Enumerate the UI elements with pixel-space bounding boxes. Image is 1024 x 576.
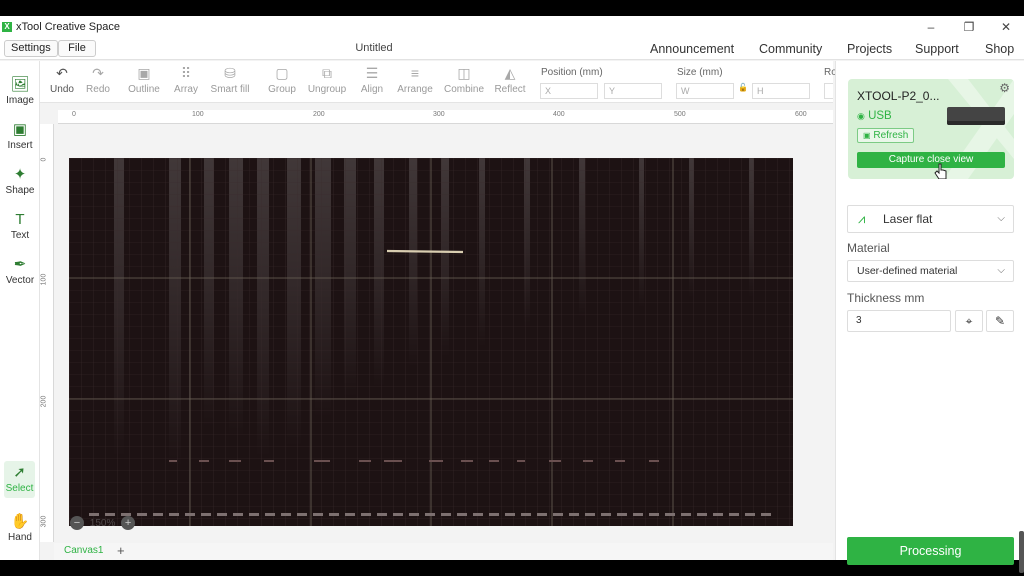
- device-image: [947, 107, 1005, 125]
- canvas-tab[interactable]: Canvas1: [64, 545, 103, 556]
- device-card: XTOOL-P2_0... ⚙ ◉ USB ▣ Refresh Capture …: [848, 79, 1014, 179]
- zoom-in-button[interactable]: +: [121, 516, 136, 530]
- title-bar: X xTool Creative Space – ❐ ✕: [0, 16, 1024, 38]
- top-toolbar: ↶ Undo ↷ Redo ▣ Outline ⠿ Array ⛁ Smart …: [40, 61, 837, 103]
- image-tool[interactable]: 🖼 Image: [0, 75, 40, 106]
- hand-tool[interactable]: ✋ Hand: [0, 512, 40, 543]
- reflect-button[interactable]: ◭ Reflect: [488, 63, 532, 95]
- nav-support[interactable]: Support: [915, 42, 959, 56]
- chevron-down-icon: ⌵: [997, 213, 1005, 224]
- position-x-input[interactable]: X: [540, 83, 598, 99]
- close-button[interactable]: ✕: [987, 16, 1024, 38]
- shape-icon: ✦: [13, 166, 27, 183]
- camera-preview: [69, 158, 793, 526]
- text-icon: T: [15, 211, 25, 228]
- combine-icon: ◫: [457, 65, 471, 81]
- shape-tool[interactable]: ✦ Shape: [0, 165, 40, 196]
- restore-button[interactable]: ❐: [950, 16, 988, 38]
- menu-bar: Settings File Untitled Announcement Comm…: [0, 38, 1024, 60]
- position-label: Position (mm): [541, 67, 603, 78]
- nav-projects[interactable]: Projects: [847, 42, 892, 56]
- design-canvas[interactable]: [69, 158, 793, 526]
- size-width-input[interactable]: W: [676, 83, 734, 99]
- add-canvas-button[interactable]: +: [117, 543, 125, 558]
- processing-button[interactable]: Processing: [847, 537, 1014, 565]
- ungroup-button[interactable]: ⧉ Ungroup: [305, 63, 349, 95]
- connection-status: ◉ USB: [857, 110, 892, 122]
- outline-button[interactable]: ▣ Outline: [122, 63, 166, 95]
- zoom-out-button[interactable]: −: [70, 516, 84, 530]
- vertical-ruler: 0 100 200 300: [40, 124, 54, 542]
- file-menu-button[interactable]: File: [58, 40, 96, 57]
- insert-icon: ▣: [12, 121, 28, 138]
- redo-button[interactable]: ↷ Redo: [76, 63, 120, 95]
- smart-fill-icon: ⛁: [224, 65, 236, 81]
- laser-icon: ⩘: [858, 211, 866, 226]
- rotate-input[interactable]: [824, 83, 833, 99]
- zoom-control: − 150% +: [70, 516, 136, 530]
- app-window: X xTool Creative Space – ❐ ✕ Settings Fi…: [0, 16, 1024, 573]
- chevron-down-icon: ⌵: [997, 265, 1005, 276]
- app-title: xTool Creative Space: [16, 21, 120, 33]
- document-title: Untitled: [355, 42, 393, 54]
- material-select[interactable]: User-defined material ⌵: [847, 260, 1014, 282]
- manual-measure-button[interactable]: ✎: [986, 310, 1014, 332]
- smart-fill-button[interactable]: ⛁ Smart fill: [208, 63, 252, 95]
- device-name: XTOOL-P2_0...: [857, 89, 940, 103]
- camera-icon: ▣: [863, 131, 871, 140]
- nav-shop[interactable]: Shop: [985, 42, 1014, 56]
- size-label: Size (mm): [677, 67, 723, 78]
- insert-tool[interactable]: ▣ Insert: [0, 120, 40, 151]
- left-tool-rail: 🖼 Image ▣ Insert ✦ Shape T Text ✒ Vector…: [0, 61, 40, 560]
- refresh-button[interactable]: ▣ Refresh: [857, 128, 915, 143]
- nav-community[interactable]: Community: [759, 42, 822, 56]
- scrollbar[interactable]: [1019, 531, 1024, 573]
- thickness-input[interactable]: 3: [847, 310, 951, 332]
- lock-icon[interactable]: 🔓: [738, 83, 748, 92]
- zoom-level: 150%: [89, 517, 116, 529]
- thickness-label: Thickness mm: [847, 291, 925, 305]
- horizontal-ruler: 0 100 200 300 400 500 600: [58, 110, 833, 124]
- arrange-icon: ≡: [410, 65, 420, 81]
- gear-icon[interactable]: ⚙: [999, 81, 1010, 95]
- text-tool[interactable]: T Text: [0, 210, 40, 241]
- ungroup-icon: ⧉: [322, 65, 332, 81]
- arrange-button[interactable]: ≡ Arrange: [393, 63, 437, 95]
- canvas-tab-bar: Canvas1 +: [54, 543, 833, 560]
- crosshair-icon: ⌖: [965, 314, 973, 328]
- array-icon: ⠿: [180, 65, 192, 81]
- position-y-input[interactable]: Y: [604, 83, 662, 99]
- usb-icon: ◉: [857, 111, 865, 121]
- group-button[interactable]: ▢ Group: [260, 63, 304, 95]
- hand-icon: ✋: [10, 513, 30, 530]
- hand-cursor-icon: [934, 163, 947, 179]
- auto-measure-button[interactable]: ⌖: [955, 310, 983, 332]
- pen-icon: ✒: [13, 256, 27, 273]
- align-button[interactable]: ☰ Align: [350, 63, 394, 95]
- redo-icon: ↷: [92, 65, 104, 81]
- processing-mode-select[interactable]: ⩘ Laser flat ⌵: [847, 205, 1014, 233]
- group-icon: ▢: [275, 65, 289, 81]
- nav-announcement[interactable]: Announcement: [650, 42, 734, 56]
- minimize-button[interactable]: –: [912, 16, 950, 38]
- ruler-icon: ✎: [994, 314, 1006, 328]
- outline-icon: ▣: [137, 65, 151, 81]
- reflect-icon: ◭: [504, 65, 516, 81]
- select-tool[interactable]: ➚ Select: [4, 461, 35, 498]
- align-icon: ☰: [365, 65, 379, 81]
- capture-close-view-button[interactable]: Capture close view: [857, 152, 1005, 168]
- settings-button[interactable]: Settings: [4, 40, 58, 57]
- material-label: Material: [847, 241, 890, 255]
- right-panel: XTOOL-P2_0... ⚙ ◉ USB ▣ Refresh Capture …: [835, 61, 1024, 573]
- vector-tool[interactable]: ✒ Vector: [0, 255, 40, 286]
- size-height-input[interactable]: H: [752, 83, 810, 99]
- combine-button[interactable]: ◫ Combine: [442, 63, 486, 95]
- app-logo-icon: X: [2, 22, 12, 32]
- array-button[interactable]: ⠿ Array: [164, 63, 208, 95]
- image-icon: 🖼: [10, 76, 30, 93]
- cursor-arrow-icon: ➚: [13, 464, 26, 481]
